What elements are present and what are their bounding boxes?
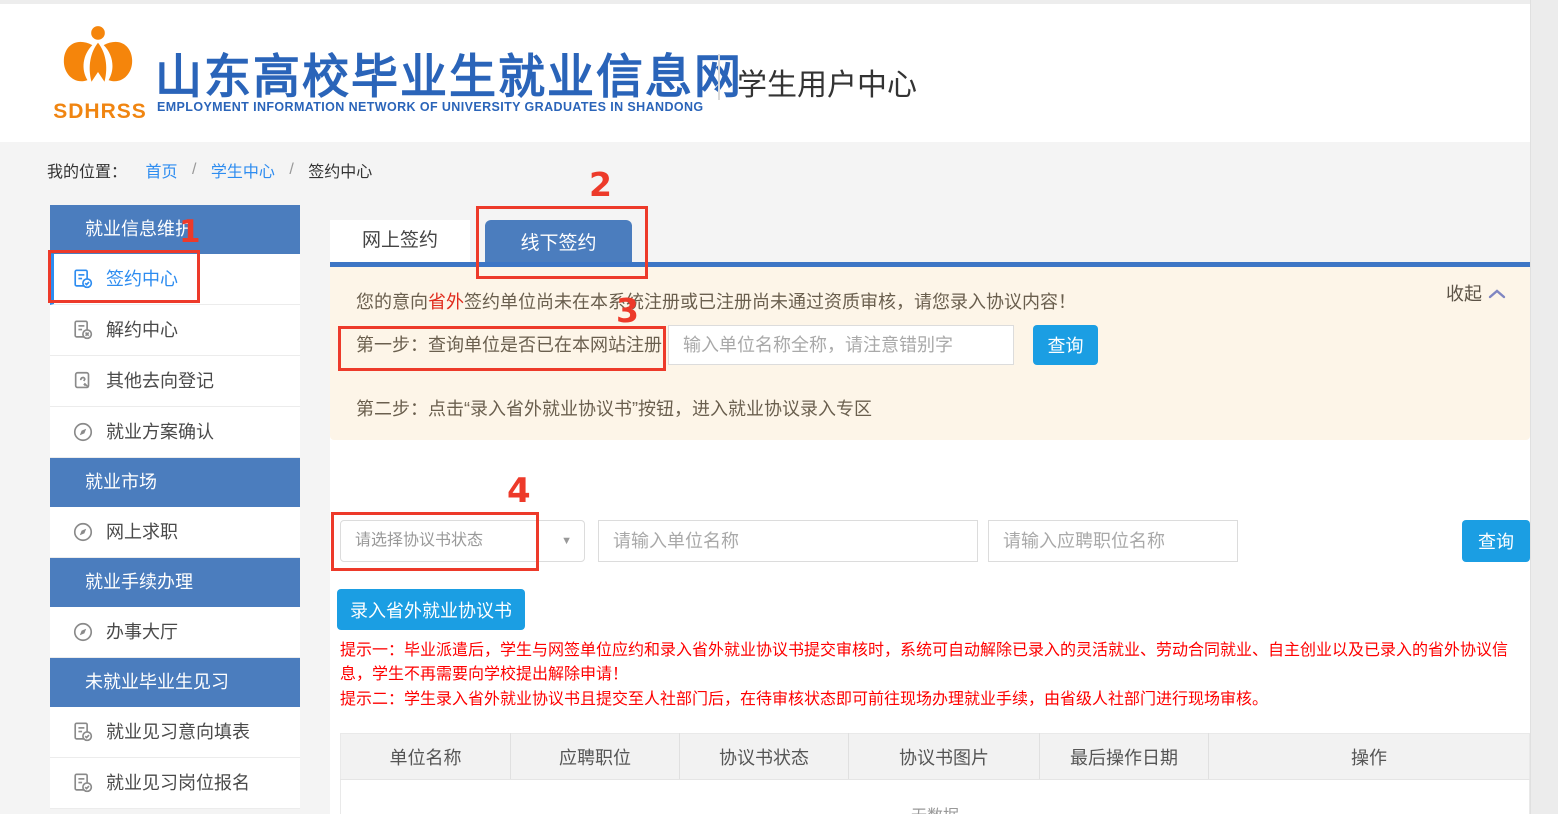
breadcrumb-label: 我的位置： (47, 164, 127, 181)
step1-label: 第一步：查询单位是否已在本网站注册 (356, 323, 662, 367)
sidebar-item-online-job-search[interactable]: 网上求职 (50, 507, 300, 558)
breadcrumb-current: 签约中心 (308, 164, 372, 181)
sidebar-item-termination-center[interactable]: 解约中心 (50, 305, 300, 356)
enter-out-of-province-agreement-button[interactable]: 录入省外就业协议书 (337, 589, 525, 630)
compass-icon (72, 521, 94, 543)
tab-bar: 网上签约 线下签约 (330, 205, 1530, 267)
sidebar-section-employment-info: 就业信息维护 (50, 205, 300, 254)
table-empty-row: 无数据 (341, 780, 1530, 814)
doc-check-icon (72, 772, 94, 794)
tab-offline-signing[interactable]: 线下签约 (485, 220, 632, 267)
sidebar-item-label: 签约中心 (106, 254, 178, 304)
collapse-toggle[interactable]: 收起 (1446, 280, 1506, 306)
sidebar-item-label: 就业见习岗位报名 (106, 758, 250, 808)
tip-two: 提示二：学生录入省外就业协议书且提交至人社部门后，在待审核状态即可前往现场办理就… (340, 688, 1528, 712)
tab-panel-offline-signing: 您的意向省外签约单位尚未在本系统注册或已注册尚未通过资质审核，请您录入协议内容！… (330, 267, 1530, 814)
doc-check-icon (72, 721, 94, 743)
empty-data-text: 无数据 (341, 780, 1530, 814)
compass-icon (72, 621, 94, 643)
sidebar-section-procedures: 就业手续办理 (50, 558, 300, 607)
chevron-up-icon (1488, 287, 1506, 301)
agreement-status-select[interactable]: 请选择协议书状态 ▼ (340, 520, 585, 562)
sidebar-item-employment-plan-confirmation[interactable]: 就业方案确认 (50, 407, 300, 458)
compass-icon (72, 421, 94, 443)
register-icon (72, 370, 94, 392)
sidebar-item-other-destination-registration[interactable]: 其他去向登记 (50, 356, 300, 407)
doc-x-icon (72, 319, 94, 341)
notice-message: 您的意向省外签约单位尚未在本系统注册或已注册尚未通过资质审核，请您录入协议内容！ (356, 288, 1076, 314)
breadcrumb-link-home[interactable]: 首页 (145, 164, 177, 181)
column-header-agreement-image: 协议书图片 (849, 734, 1040, 780)
sidebar-item-internship-intention-form[interactable]: 就业见习意向填表 (50, 707, 300, 758)
breadcrumb-link-student-center[interactable]: 学生中心 (211, 164, 275, 181)
sdhrss-logo-icon (58, 24, 138, 102)
sidebar-item-label: 就业见习意向填表 (106, 707, 250, 757)
column-header-actions: 操作 (1209, 734, 1530, 780)
filter-search-button[interactable]: 查询 (1462, 520, 1530, 562)
logo-acronym: SDHRSS (52, 100, 148, 124)
site-subtitle: EMPLOYMENT INFORMATION NETWORK OF UNIVER… (157, 100, 704, 114)
sidebar-item-label: 就业方案确认 (106, 407, 214, 457)
sidebar-item-label: 解约中心 (106, 305, 178, 355)
breadcrumb-separator: / (289, 161, 293, 178)
sidebar-item-label: 办事大厅 (106, 607, 178, 657)
column-header-agreement-status: 协议书状态 (680, 734, 849, 780)
breadcrumb: 我的位置： 首页 / 学生中心 / 签约中心 (47, 158, 372, 182)
sidebar-item-label: 网上求职 (106, 507, 178, 557)
table-header-row: 单位名称 应聘职位 协议书状态 协议书图片 最后操作日期 操作 (341, 734, 1530, 780)
column-header-position: 应聘职位 (511, 734, 680, 780)
header-divider (718, 54, 720, 100)
sidebar-item-label: 其他去向登记 (106, 356, 214, 406)
breadcrumb-separator: / (192, 161, 196, 178)
sidebar: 就业信息维护 签约中心 解约中心 其他去向登记 (50, 205, 300, 809)
doc-check-icon (72, 268, 94, 290)
site-title: 山东高校毕业生就业信息网 (155, 38, 743, 107)
portal-title: 学生用户中心 (737, 60, 917, 104)
tab-online-signing[interactable]: 网上签约 (330, 220, 470, 262)
sidebar-section-job-market: 就业市场 (50, 458, 300, 507)
column-header-last-operation-date: 最后操作日期 (1040, 734, 1209, 780)
company-name-input[interactable] (598, 520, 978, 562)
position-name-input[interactable] (988, 520, 1238, 562)
notice-panel: 您的意向省外签约单位尚未在本系统注册或已注册尚未通过资质审核，请您录入协议内容！… (330, 267, 1530, 440)
sidebar-item-signing-center[interactable]: 签约中心 (50, 254, 300, 305)
company-lookup-input[interactable] (668, 325, 1014, 365)
sidebar-item-service-hall[interactable]: 办事大厅 (50, 607, 300, 658)
main-content: 网上签约 线下签约 您的意向省外签约单位尚未在本系统注册或已注册尚未通过资质审核… (330, 205, 1530, 814)
scrollbar-track[interactable] (1530, 0, 1558, 814)
filter-row: 请选择协议书状态 ▼ 查询 (340, 520, 1530, 562)
dropdown-caret-icon: ▼ (561, 521, 572, 561)
agreements-table: 单位名称 应聘职位 协议书状态 协议书图片 最后操作日期 操作 无数据 (340, 733, 1530, 814)
column-header-company: 单位名称 (341, 734, 511, 780)
sidebar-item-internship-post-application[interactable]: 就业见习岗位报名 (50, 758, 300, 809)
tip-one: 提示一：毕业派遣后，学生与网签单位应约和录入省外就业协议书提交审核时，系统可自动… (340, 639, 1528, 687)
site-header: SDHRSS 山东高校毕业生就业信息网 EMPLOYMENT INFORMATI… (0, 4, 1530, 142)
notice-highlight: 省外 (428, 292, 464, 312)
company-lookup-search-button[interactable]: 查询 (1033, 325, 1098, 365)
tips: 提示一：毕业派遣后，学生与网签单位应约和录入省外就业协议书提交审核时，系统可自动… (340, 639, 1528, 713)
sidebar-section-internship: 未就业毕业生见习 (50, 658, 300, 707)
step2-label: 第二步：点击“录入省外就业协议书”按钮，进入就业协议录入专区 (356, 395, 872, 421)
